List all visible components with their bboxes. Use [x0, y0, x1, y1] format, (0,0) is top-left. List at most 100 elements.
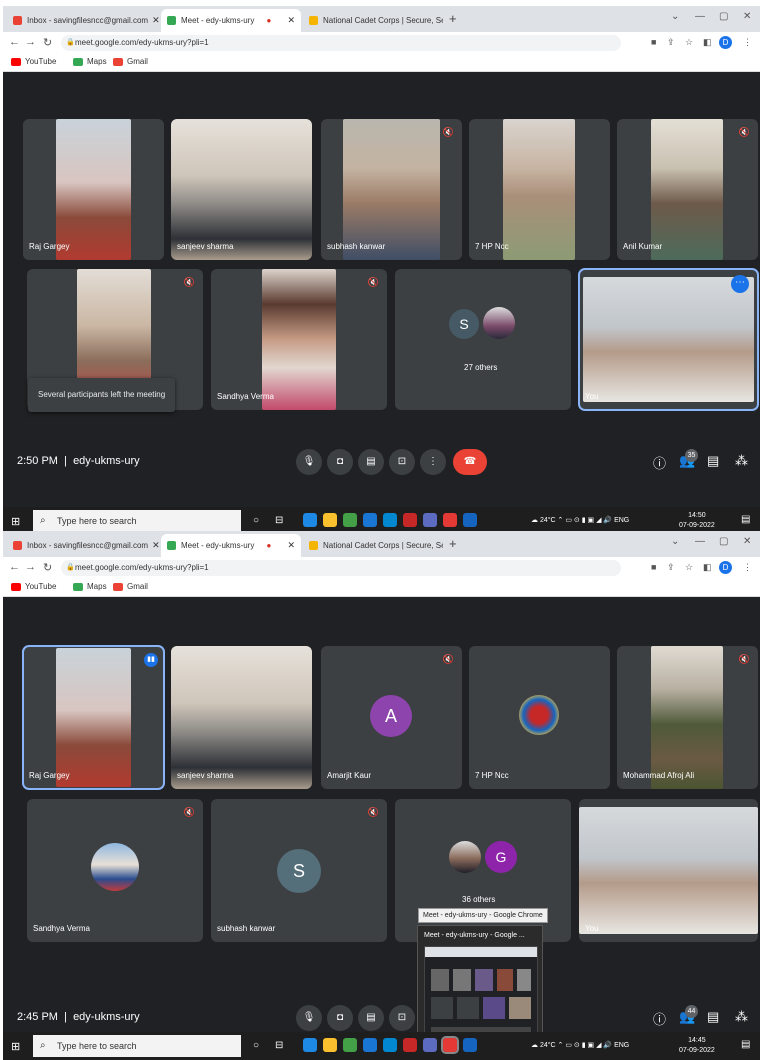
participant-tile[interactable]: S 🔇 subhash kanwar: [211, 799, 387, 942]
star-icon[interactable]: ☆: [685, 562, 693, 573]
cortana-icon[interactable]: ○: [253, 515, 267, 529]
more-options-icon[interactable]: ⋯: [731, 275, 749, 293]
participant-tile[interactable]: 7 HP Ncc: [469, 119, 610, 260]
bookmark-gmail[interactable]: Gmail: [113, 582, 148, 591]
notifications-icon[interactable]: ▤: [741, 514, 750, 525]
close-icon[interactable]: ✕: [283, 540, 295, 551]
people-icon[interactable]: 👥44: [679, 1005, 698, 1025]
participant-tile[interactable]: ▮▮ Raj Gargey: [22, 645, 165, 790]
camera-icon[interactable]: ■: [651, 562, 656, 572]
taskbar-clock[interactable]: 14:50 07-09-2022: [679, 511, 715, 531]
maximize-icon[interactable]: ▢: [719, 11, 728, 22]
bookmark-youtube[interactable]: YouTube: [11, 582, 56, 591]
participant-tile[interactable]: 7 HP Ncc: [469, 646, 610, 789]
url-field[interactable]: 🔒 meet.google.com/edy-ukms-ury?pli=1: [61, 35, 621, 51]
new-tab-icon[interactable]: +: [449, 536, 457, 551]
reload-icon[interactable]: ↻: [43, 36, 52, 49]
participant-tile[interactable]: 🔇 Mohammad Afroj Ali: [617, 646, 758, 789]
info-icon[interactable]: ⓘ: [653, 1009, 666, 1028]
tab-ncc[interactable]: National Cadet Corps | Secure, Se ✕: [303, 534, 443, 557]
bookmark-gmail[interactable]: Gmail: [113, 57, 148, 66]
participant-tile[interactable]: 🔇 Sandhya Verma: [211, 269, 387, 410]
profile-avatar[interactable]: D: [719, 561, 732, 574]
share-icon[interactable]: ⇪: [667, 562, 675, 573]
self-tile[interactable]: ⋯ You: [578, 268, 759, 411]
minimize-icon[interactable]: —: [695, 536, 705, 547]
star-icon[interactable]: ☆: [685, 37, 693, 48]
cortana-icon[interactable]: ○: [253, 1040, 267, 1054]
bookmark-maps[interactable]: Maps: [73, 582, 107, 591]
mail-icon[interactable]: [363, 1038, 377, 1052]
chrome-icon[interactable]: [443, 513, 457, 527]
notifications-icon[interactable]: ▤: [741, 1039, 750, 1050]
present-button[interactable]: ⊡: [389, 449, 415, 475]
bookmark-maps[interactable]: Maps: [73, 57, 107, 66]
participant-tile[interactable]: sanjeev sharma: [171, 119, 312, 260]
windows-start-icon[interactable]: ⊞: [11, 515, 20, 528]
app-icon[interactable]: [423, 1038, 437, 1052]
reload-icon[interactable]: ↻: [43, 561, 52, 574]
tab-meet[interactable]: Meet - edy-ukms-ury ● ✕: [161, 534, 301, 557]
windows-start-icon[interactable]: ⊞: [11, 1040, 20, 1053]
activities-icon[interactable]: ⁂: [735, 453, 748, 469]
mic-button[interactable]: 🎙: [296, 449, 322, 475]
captions-button[interactable]: ▤: [358, 1005, 384, 1031]
close-window-icon[interactable]: ✕: [743, 536, 751, 547]
participant-tile[interactable]: 🔇 subhash kanwar: [321, 119, 462, 260]
app-l-icon[interactable]: [383, 513, 397, 527]
participant-tile[interactable]: 🔇 Anil Kumar: [617, 119, 758, 260]
share-icon[interactable]: ⇪: [667, 37, 675, 48]
chat-icon[interactable]: ▤: [707, 1009, 719, 1025]
participant-tile[interactable]: 🔇 Sandhya Verma: [27, 799, 203, 942]
more-options-button[interactable]: ⋮: [420, 449, 446, 475]
back-icon[interactable]: ←: [9, 36, 20, 48]
back-icon[interactable]: ←: [9, 561, 20, 573]
app-l-icon[interactable]: [383, 1038, 397, 1052]
tab-gmail[interactable]: Inbox - savingfilesncc@gmail.com ✕: [7, 534, 159, 557]
camera-button[interactable]: ◘: [327, 449, 353, 475]
mcafee-icon[interactable]: [403, 1038, 417, 1052]
minimize-icon[interactable]: —: [695, 11, 705, 22]
menu-icon[interactable]: ⋮: [743, 562, 752, 573]
taskbar-clock[interactable]: 14:45 07-09-2022: [679, 1036, 715, 1056]
forward-icon[interactable]: →: [25, 561, 36, 573]
task-view-icon[interactable]: ⊟: [275, 515, 289, 529]
store-icon[interactable]: [343, 513, 357, 527]
url-field[interactable]: 🔒 meet.google.com/edy-ukms-ury?pli=1: [61, 560, 621, 576]
chevron-down-icon[interactable]: ⌄: [671, 536, 679, 547]
close-icon[interactable]: ✕: [148, 15, 159, 26]
taskbar-search[interactable]: ⌕ Type here to search: [33, 1035, 241, 1057]
tab-gmail[interactable]: Inbox - savingfilesncc@gmail.com ✕: [7, 9, 159, 32]
chat-icon[interactable]: ▤: [707, 453, 719, 469]
close-icon[interactable]: ✕: [283, 15, 295, 26]
others-tile[interactable]: S 27 others: [395, 269, 571, 410]
activities-icon[interactable]: ⁂: [735, 1009, 748, 1025]
file-explorer-icon[interactable]: [323, 1038, 337, 1052]
close-icon[interactable]: ✕: [148, 540, 159, 551]
weather-tray[interactable]: ☁ 24°C ⌃ ▭ ⊙ ▮ ▣ ◢ 🔊 ENG: [531, 1041, 629, 1049]
word-icon[interactable]: [463, 1038, 477, 1052]
sidebar-icon[interactable]: ◧: [703, 562, 712, 573]
new-tab-icon[interactable]: +: [449, 11, 457, 26]
camera-icon[interactable]: ■: [651, 37, 656, 47]
mcafee-icon[interactable]: [403, 513, 417, 527]
participant-tile[interactable]: Raj Gargey: [23, 119, 164, 260]
info-icon[interactable]: ⓘ: [653, 453, 666, 472]
tab-ncc[interactable]: National Cadet Corps | Secure, Se ✕: [303, 9, 443, 32]
mic-button[interactable]: 🎙: [296, 1005, 322, 1031]
weather-tray[interactable]: ☁ 24°C ⌃ ▭ ⊙ ▮ ▣ ◢ 🔊 ENG: [531, 516, 629, 524]
maximize-icon[interactable]: ▢: [719, 536, 728, 547]
mail-icon[interactable]: [363, 513, 377, 527]
file-explorer-icon[interactable]: [323, 513, 337, 527]
self-tile[interactable]: You: [579, 799, 758, 942]
hangup-button[interactable]: ☎: [453, 449, 487, 475]
app-icon[interactable]: [423, 513, 437, 527]
participant-tile[interactable]: A 🔇 Amarjit Kaur: [321, 646, 462, 789]
people-icon[interactable]: 👥35: [679, 449, 698, 469]
tab-meet[interactable]: Meet - edy-ukms-ury ● ✕: [161, 9, 301, 32]
bookmark-youtube[interactable]: YouTube: [11, 57, 56, 66]
sidebar-icon[interactable]: ◧: [703, 37, 712, 48]
task-view-icon[interactable]: ⊟: [275, 1040, 289, 1054]
word-icon[interactable]: [463, 513, 477, 527]
store-icon[interactable]: [343, 1038, 357, 1052]
